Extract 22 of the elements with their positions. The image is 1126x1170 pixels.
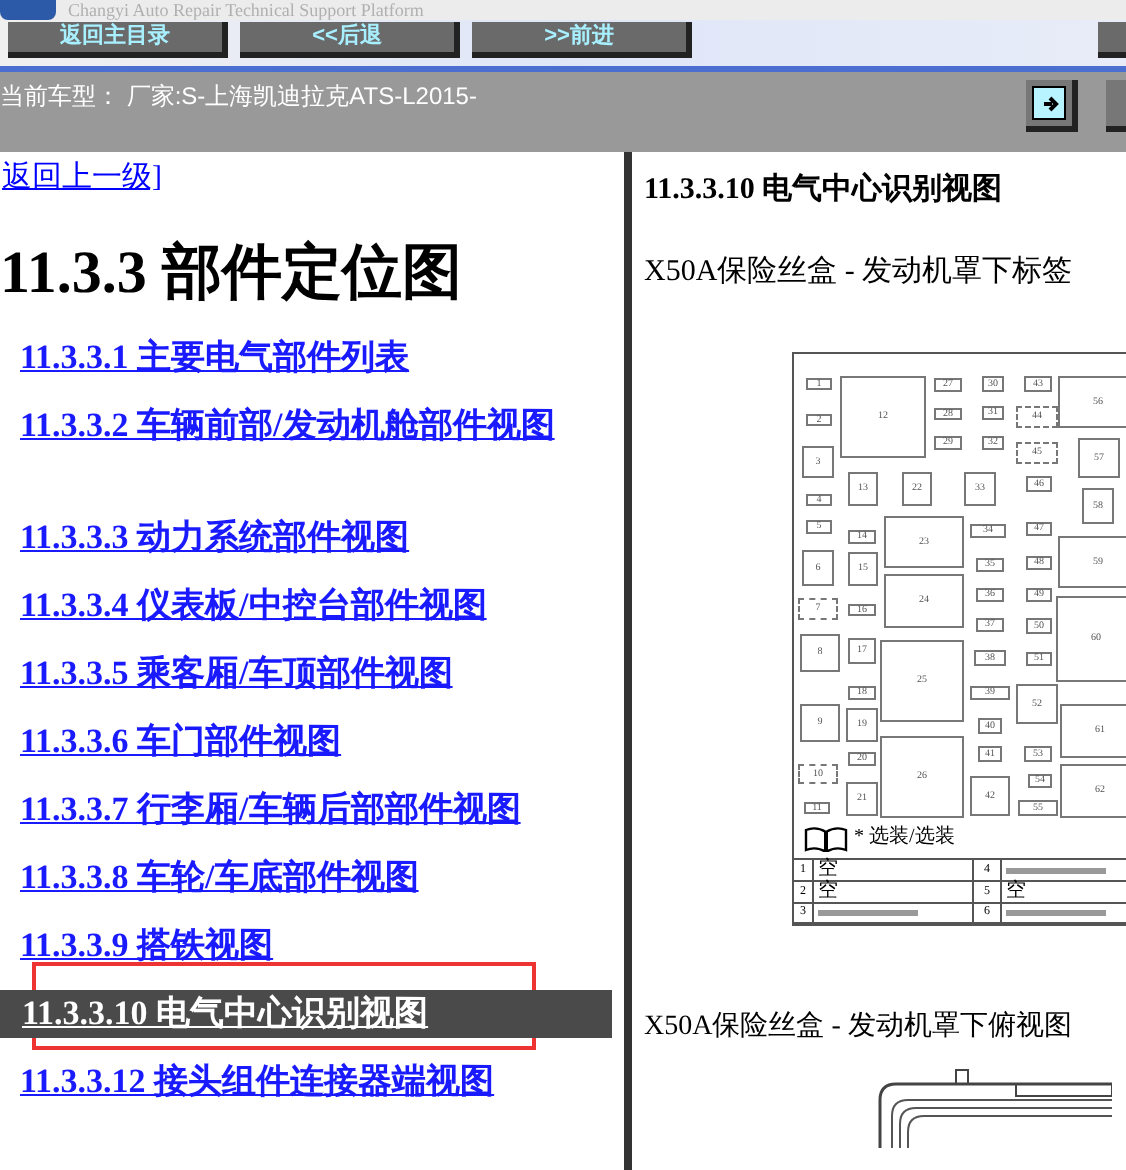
figure-caption: X50A保险丝盒 - 发动机罩下俯视图 [644,1009,1074,1046]
table-cell: 空 [814,882,974,902]
vehicle-model-text: 当前车型： 厂家:S-上海凯迪拉克ATS-L2015- [0,80,477,114]
back-link[interactable]: 返回上一级] [2,156,624,201]
exit-button[interactable] [1026,80,1078,132]
toolbar-button[interactable]: 返回主目录 [8,22,228,58]
toolbar-button[interactable] [1098,22,1126,58]
window-button[interactable] [1106,80,1126,132]
app-title: Changyi Auto Repair Technical Support Platform [68,1,424,19]
toolbar-button[interactable]: >>前进 [472,22,692,58]
fine-print-mark [1006,910,1106,916]
legend-text: * 选装/选装 [854,828,955,848]
section-heading: 11.3.3 部件定位图 [0,237,464,309]
page-title: 11.3.3.10 电气中心识别视图 [644,170,1005,210]
toolbar-button[interactable]: <<后退 [240,22,460,58]
fine-print-mark [818,910,918,916]
logo-icon [0,0,56,20]
table-cell: 空 [1002,882,1126,902]
fine-print-mark [1006,867,1106,873]
table-cell: 空 [814,860,974,880]
figure-caption: X50A保险丝盒 - 发动机罩下标签 [644,253,1075,291]
book-icon [804,826,848,852]
